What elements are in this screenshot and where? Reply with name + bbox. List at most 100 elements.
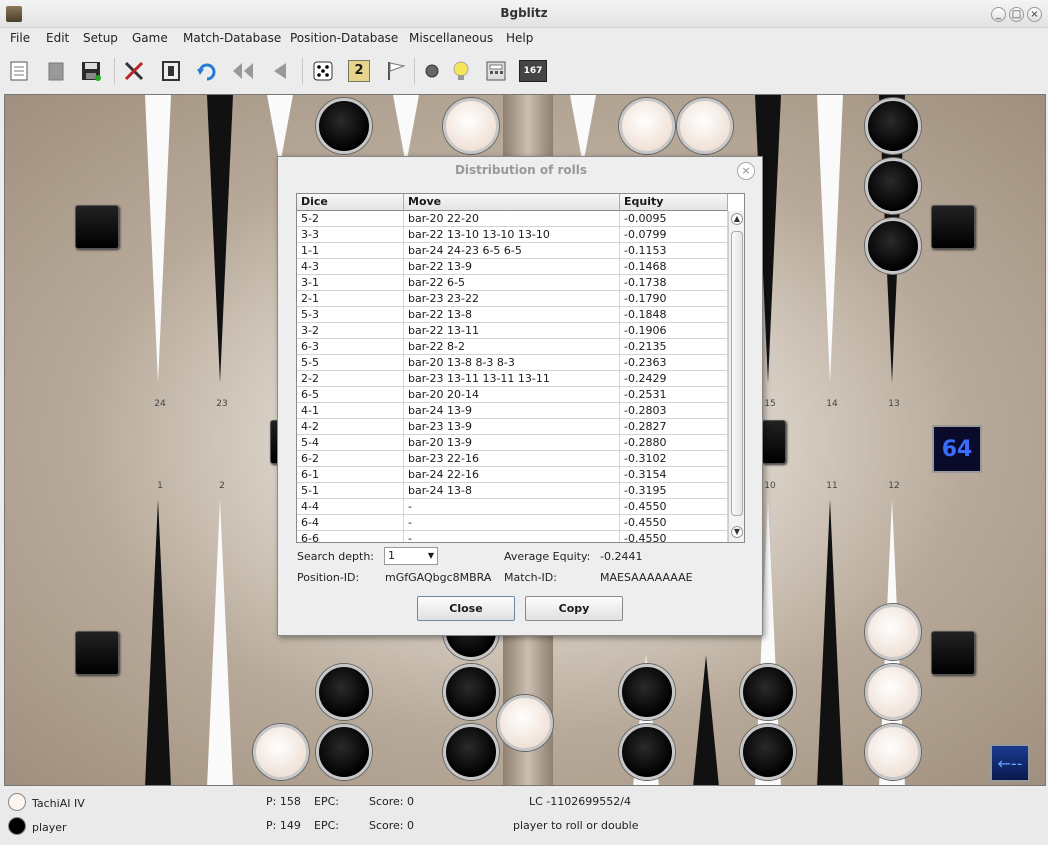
table-row[interactable]: 6-5 bar-20 20-14 -0.2531 — [297, 387, 728, 403]
table-row[interactable]: 2-1 bar-23 23-22 -0.1790 — [297, 291, 728, 307]
black-checker[interactable] — [316, 724, 372, 780]
close-window-button[interactable]: × — [1027, 7, 1042, 22]
roll-dice-icon[interactable] — [310, 58, 336, 84]
position-id-value: mGfGAQbgc8MBRA — [385, 571, 492, 584]
point-24[interactable] — [145, 95, 171, 383]
player2-pips: P: 149 — [266, 819, 301, 832]
table-row[interactable]: 5-4 bar-20 13-9 -0.2880 — [297, 435, 728, 451]
table-row[interactable]: 5-5 bar-20 13-8 8-3 8-3 -0.2363 — [297, 355, 728, 371]
table-row[interactable]: 6-4- -0.4550 — [297, 515, 728, 531]
table-row[interactable]: 1-1 bar-24 24-23 6-5 6-5 -0.1153 — [297, 243, 728, 259]
open-icon[interactable] — [43, 58, 69, 84]
double-cube-icon[interactable]: 2 — [346, 58, 372, 84]
white-checker[interactable] — [865, 604, 921, 660]
black-checker[interactable] — [740, 724, 796, 780]
maximize-button[interactable]: □ — [1009, 7, 1024, 22]
doubling-cube[interactable]: 64 — [932, 425, 982, 473]
save-icon[interactable] — [78, 58, 104, 84]
black-checker[interactable] — [865, 98, 921, 154]
dialog-close-icon[interactable]: × — [737, 162, 755, 180]
white-checker[interactable] — [865, 724, 921, 780]
menu-edit[interactable]: Edit — [46, 31, 69, 45]
column-header-move[interactable]: Move — [404, 194, 620, 211]
white-checker[interactable] — [443, 98, 499, 154]
black-checker[interactable] — [443, 664, 499, 720]
copy-button[interactable]: Copy — [525, 596, 623, 621]
menu-bar: File Edit Setup Game Match-Database Posi… — [0, 28, 1048, 48]
white-checker[interactable] — [619, 98, 675, 154]
table-row[interactable]: 3-1 bar-22 6-5 -0.1738 — [297, 275, 728, 291]
player2-color-icon — [8, 817, 26, 835]
menu-position-database[interactable]: Position-Database — [290, 31, 398, 45]
white-checker[interactable] — [865, 664, 921, 720]
column-header-equity[interactable]: Equity — [620, 194, 728, 211]
table-row[interactable]: 2-2 bar-23 13-11 13-11 13-11 -0.2429 — [297, 371, 728, 387]
new-document-icon[interactable] — [6, 58, 32, 84]
undo-move-arrow-icon[interactable]: ←-- — [990, 744, 1030, 782]
table-row[interactable]: 5-1 bar-24 13-8 -0.3195 — [297, 483, 728, 499]
hint-bulb-icon[interactable] — [448, 58, 474, 84]
table-row[interactable]: 4-1 bar-24 13-9 -0.2803 — [297, 403, 728, 419]
menu-setup[interactable]: Setup — [83, 31, 118, 45]
table-row[interactable]: 4-4- -0.4550 — [297, 499, 728, 515]
table-row[interactable]: 5-3 bar-22 13-8 -0.1848 — [297, 307, 728, 323]
cell-move: bar-20 13-9 — [404, 435, 620, 451]
back-icon[interactable] — [266, 58, 292, 84]
point-2[interactable] — [207, 499, 233, 785]
black-checker[interactable] — [865, 158, 921, 214]
point-20[interactable] — [393, 95, 419, 165]
black-checker[interactable] — [443, 724, 499, 780]
table-row[interactable]: 3-3 bar-22 13-10 13-10 13-10 -0.0799 — [297, 227, 728, 243]
menu-miscellaneous[interactable]: Miscellaneous — [409, 31, 493, 45]
point-11[interactable] — [817, 499, 843, 785]
point-14[interactable] — [817, 95, 843, 383]
column-header-dice[interactable]: Dice — [297, 194, 404, 211]
menu-match-database[interactable]: Match-Database — [183, 31, 281, 45]
table-row[interactable]: 6-1 bar-24 22-16 -0.3154 — [297, 467, 728, 483]
table-row[interactable]: 6-2 bar-23 22-16 -0.3102 — [297, 451, 728, 467]
scroll-up-icon[interactable]: ▲ — [731, 213, 743, 225]
point-18[interactable] — [570, 95, 596, 165]
white-checker[interactable] — [677, 98, 733, 154]
black-checker[interactable] — [865, 218, 921, 274]
minimize-button[interactable]: _ — [991, 7, 1006, 22]
menu-help[interactable]: Help — [506, 31, 533, 45]
table-row[interactable]: 4-3 bar-22 13-9 -0.1468 — [297, 259, 728, 275]
scroll-thumb[interactable] — [731, 231, 743, 516]
table-row[interactable]: 5-2 bar-20 22-20 -0.0095 — [297, 211, 728, 227]
player1-epc: EPC: — [314, 795, 339, 808]
black-checker[interactable] — [316, 98, 372, 154]
white-checker-on-bar[interactable] — [497, 695, 553, 751]
white-checker[interactable] — [253, 724, 309, 780]
table-row[interactable]: 3-2 bar-22 13-11 -0.1906 — [297, 323, 728, 339]
ball-icon[interactable] — [419, 58, 445, 84]
black-checker[interactable] — [740, 664, 796, 720]
scroll-down-icon[interactable]: ▼ — [731, 526, 743, 538]
rolls-table[interactable]: Dice Move Equity 5-2 bar-20 22-20 -0.0095 3… — [296, 193, 745, 543]
rewind-icon[interactable] — [230, 58, 256, 84]
menu-game[interactable]: Game — [132, 31, 168, 45]
black-checker[interactable] — [316, 664, 372, 720]
cell-move: bar-22 13-9 — [404, 259, 620, 275]
resign-flag-icon[interactable] — [383, 58, 409, 84]
point-22[interactable] — [267, 95, 293, 165]
black-checker[interactable] — [619, 724, 675, 780]
table-row[interactable]: 4-2 bar-23 13-9 -0.2827 — [297, 419, 728, 435]
table-row[interactable]: 6-3 bar-22 8-2 -0.2135 — [297, 339, 728, 355]
search-depth-select[interactable]: 1 ▼ — [384, 547, 438, 565]
undo-icon[interactable] — [194, 58, 220, 84]
tools-icon[interactable] — [121, 58, 147, 84]
cell-equity: -0.1153 — [620, 243, 728, 259]
table-row[interactable]: 6-6- -0.4550 — [297, 531, 728, 542]
point-9[interactable] — [693, 655, 719, 785]
edit-position-icon[interactable] — [158, 58, 184, 84]
menu-file[interactable]: File — [10, 31, 30, 45]
point-1[interactable] — [145, 499, 171, 785]
black-checker[interactable] — [619, 664, 675, 720]
cell-dice: 3-2 — [297, 323, 404, 339]
close-button[interactable]: Close — [417, 596, 515, 621]
point-23[interactable] — [207, 95, 233, 383]
table-scrollbar[interactable]: ▲ ▼ — [728, 211, 744, 542]
calculator-icon[interactable] — [483, 58, 509, 84]
pip-counter-icon[interactable]: 167 — [518, 58, 548, 84]
